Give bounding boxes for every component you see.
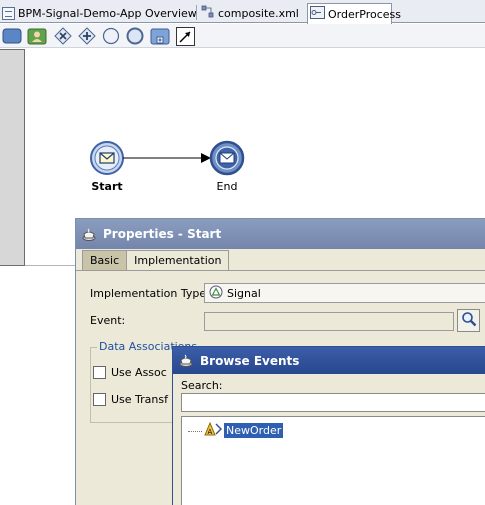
- svg-text:A: A: [208, 428, 213, 436]
- tab-implementation[interactable]: Implementation: [126, 250, 230, 270]
- browse-events-titlebar[interactable]: Browse Events: [173, 347, 485, 374]
- tab-label: BPM-Signal-Demo-App Overview: [18, 6, 197, 20]
- bpmn-palette-toolbar: [0, 24, 485, 48]
- tab-panel-border: [76, 270, 485, 271]
- use-transformations-label: Use Transf: [111, 393, 168, 406]
- start-event-label: Start: [91, 180, 123, 193]
- use-transformations-checkbox-row[interactable]: Use Transf: [93, 393, 168, 406]
- exclusive-gateway-tool-icon[interactable]: [53, 27, 73, 45]
- browse-events-button[interactable]: [457, 309, 480, 332]
- end-event[interactable]: [209, 140, 245, 176]
- magnifier-icon: [461, 311, 477, 330]
- event-field[interactable]: [204, 312, 454, 331]
- overview-icon: [2, 6, 15, 20]
- tab-separator: [196, 5, 197, 20]
- connector-tool-icon[interactable]: [175, 26, 195, 46]
- parallel-gateway-tool-icon[interactable]: [77, 27, 97, 45]
- end-event-label: End: [216, 180, 238, 193]
- implementation-type-label: Implementation Type:: [90, 287, 210, 300]
- message-envelope-icon: [219, 152, 235, 164]
- tree-connector: [188, 430, 202, 432]
- use-associations-checkbox[interactable]: [93, 366, 106, 379]
- use-associations-checkbox-row[interactable]: Use Assoc: [93, 366, 167, 379]
- search-input[interactable]: [181, 393, 485, 412]
- editor-tab-bar: BPM-Signal-Demo-App Overview composite.x…: [0, 0, 485, 24]
- sequence-flow-arrow[interactable]: [123, 153, 211, 163]
- use-associations-label: Use Assoc: [111, 366, 167, 379]
- properties-dialog-title: Properties - Start: [103, 227, 222, 241]
- tab-basic[interactable]: Basic: [82, 250, 128, 270]
- use-transformations-checkbox[interactable]: [93, 393, 106, 406]
- properties-tabs: Basic Implementation: [82, 250, 230, 270]
- implementation-type-value: Signal: [227, 286, 261, 300]
- jdeveloper-cup-icon: [179, 353, 194, 368]
- process-icon: [310, 6, 325, 22]
- tab-label: OrderProcess: [328, 7, 401, 21]
- tab-label: composite.xml: [218, 6, 299, 20]
- browse-events-dialog: Browse Events Search: A NewOrder: [172, 346, 485, 505]
- tree-item-neworder[interactable]: A NewOrder: [188, 421, 284, 440]
- search-label: Search:: [181, 379, 223, 392]
- properties-dialog-titlebar[interactable]: Properties - Start: [76, 219, 485, 249]
- tab-composite-xml[interactable]: composite.xml: [199, 3, 305, 23]
- implementation-type-dropdown[interactable]: Signal: [204, 283, 485, 303]
- event-definition-icon: A: [204, 421, 222, 440]
- swimlane-header[interactable]: [0, 49, 25, 266]
- composite-icon: [201, 5, 215, 22]
- end-event-tool-icon[interactable]: [125, 27, 145, 45]
- browse-events-title: Browse Events: [200, 353, 300, 368]
- signal-icon: [209, 285, 223, 302]
- event-label: Event:: [90, 314, 126, 327]
- tab-order-process[interactable]: OrderProcess: [307, 3, 401, 24]
- user-task-tool-icon[interactable]: [27, 27, 47, 45]
- activity-tool-icon[interactable]: [2, 27, 22, 45]
- subprocess-tool-icon[interactable]: [150, 27, 170, 45]
- events-tree[interactable]: A NewOrder: [181, 416, 485, 505]
- tree-item-label: NewOrder: [224, 423, 284, 438]
- start-event[interactable]: [90, 141, 124, 175]
- process-flow: [90, 140, 245, 176]
- start-event-tool-icon[interactable]: [101, 27, 121, 45]
- tab-app-overview[interactable]: BPM-Signal-Demo-App Overview: [0, 3, 203, 23]
- jdeveloper-cup-icon: [82, 227, 97, 242]
- message-envelope-icon: [99, 152, 115, 164]
